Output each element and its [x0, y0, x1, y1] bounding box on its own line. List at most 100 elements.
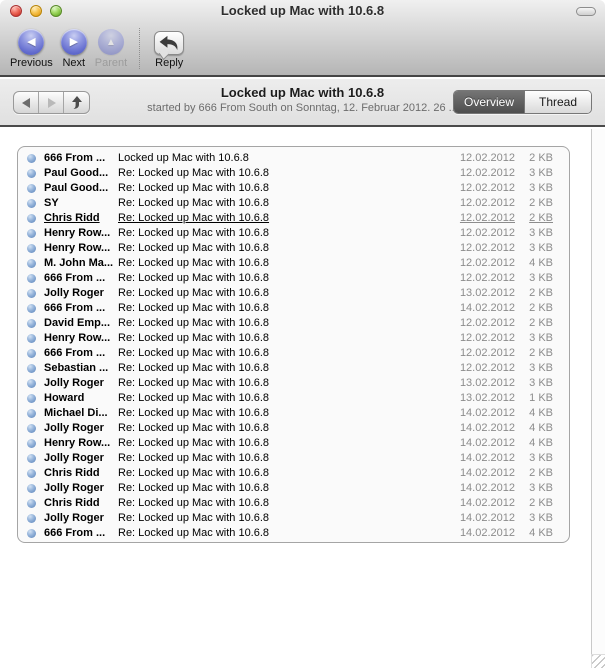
- message-date: 12.02.2012: [445, 316, 515, 331]
- resize-grip[interactable]: [591, 654, 605, 668]
- message-subject: Re: Locked up Mac with 10.6.8: [118, 436, 445, 451]
- message-row[interactable]: 666 From ... Locked up Mac with 10.6.8 1…: [18, 151, 569, 166]
- message-row[interactable]: Henry Row... Re: Locked up Mac with 10.6…: [18, 331, 569, 346]
- message-row[interactable]: Jolly Roger Re: Locked up Mac with 10.6.…: [18, 511, 569, 526]
- message-row[interactable]: Sebastian ... Re: Locked up Mac with 10.…: [18, 361, 569, 376]
- view-tab[interactable]: Overview: [454, 91, 525, 113]
- back-arrow-icon: [22, 98, 31, 108]
- toolbar-nav-group: Previous Next Parent: [6, 27, 131, 71]
- message-subject: Re: Locked up Mac with 10.6.8: [118, 331, 445, 346]
- message-size: 2 KB: [515, 466, 553, 481]
- message-row[interactable]: Howard Re: Locked up Mac with 10.6.8 13.…: [18, 391, 569, 406]
- message-date: 14.02.2012: [445, 526, 515, 541]
- message-size: 3 KB: [515, 511, 553, 526]
- message-sender: Henry Row...: [44, 241, 118, 256]
- message-row[interactable]: 666 From ... Re: Locked up Mac with 10.6…: [18, 346, 569, 361]
- message-row[interactable]: Chris Ridd Re: Locked up Mac with 10.6.8…: [18, 466, 569, 481]
- message-date: 12.02.2012: [445, 226, 515, 241]
- title-bar[interactable]: Locked up Mac with 10.6.8: [0, 0, 605, 22]
- message-row[interactable]: Henry Row... Re: Locked up Mac with 10.6…: [18, 241, 569, 256]
- message-sender: Paul Good...: [44, 181, 118, 196]
- message-sender: 666 From ...: [44, 151, 118, 166]
- unread-dot-icon: [27, 484, 36, 493]
- message-size: 4 KB: [515, 421, 553, 436]
- unread-dot-icon: [27, 529, 36, 538]
- message-size: 4 KB: [515, 256, 553, 271]
- message-size: 4 KB: [515, 526, 553, 541]
- message-subject: Re: Locked up Mac with 10.6.8: [118, 316, 445, 331]
- vertical-scrollbar[interactable]: [591, 129, 605, 654]
- message-row[interactable]: Jolly Roger Re: Locked up Mac with 10.6.…: [18, 451, 569, 466]
- view-tab[interactable]: Thread: [525, 91, 591, 113]
- forward-button[interactable]: [39, 92, 64, 113]
- unread-dot-icon: [27, 349, 36, 358]
- toolbar: Previous Next Parent: [0, 22, 605, 75]
- message-row[interactable]: Jolly Roger Re: Locked up Mac with 10.6.…: [18, 421, 569, 436]
- message-sender: Sebastian ...: [44, 361, 118, 376]
- message-subject: Re: Locked up Mac with 10.6.8: [118, 496, 445, 511]
- unread-dot-icon: [27, 214, 36, 223]
- message-sender: Jolly Roger: [44, 376, 118, 391]
- message-row[interactable]: Chris Ridd Re: Locked up Mac with 10.6.8…: [18, 211, 569, 226]
- message-subject: Re: Locked up Mac with 10.6.8: [118, 346, 445, 361]
- unread-dot-icon: [27, 304, 36, 313]
- message-date: 14.02.2012: [445, 496, 515, 511]
- message-row[interactable]: Henry Row... Re: Locked up Mac with 10.6…: [18, 436, 569, 451]
- minimize-button[interactable]: [30, 5, 42, 17]
- traffic-lights: [10, 5, 62, 17]
- message-size: 3 KB: [515, 376, 553, 391]
- message-subject: Re: Locked up Mac with 10.6.8: [118, 391, 445, 406]
- unread-dot-icon: [27, 154, 36, 163]
- message-row[interactable]: Henry Row... Re: Locked up Mac with 10.6…: [18, 226, 569, 241]
- toolbar-nav-button[interactable]: Parent: [91, 27, 131, 71]
- message-row[interactable]: Paul Good... Re: Locked up Mac with 10.6…: [18, 181, 569, 196]
- message-subject: Re: Locked up Mac with 10.6.8: [118, 406, 445, 421]
- message-date: 12.02.2012: [445, 241, 515, 256]
- message-row[interactable]: Paul Good... Re: Locked up Mac with 10.6…: [18, 166, 569, 181]
- view-tab-label: Overview: [464, 95, 514, 109]
- unread-dot-icon: [27, 229, 36, 238]
- message-size: 3 KB: [515, 481, 553, 496]
- message-size: 3 KB: [515, 166, 553, 181]
- close-button[interactable]: [10, 5, 22, 17]
- message-date: 13.02.2012: [445, 391, 515, 406]
- history-nav: [13, 91, 90, 114]
- toolbar-button-label: Previous: [10, 57, 53, 69]
- reply-button[interactable]: Reply: [150, 29, 188, 71]
- message-date: 14.02.2012: [445, 451, 515, 466]
- message-row[interactable]: Michael Di... Re: Locked up Mac with 10.…: [18, 406, 569, 421]
- message-subject: Re: Locked up Mac with 10.6.8: [118, 241, 445, 256]
- toolbar-nav-button[interactable]: Previous: [6, 27, 57, 71]
- message-sender: Henry Row...: [44, 226, 118, 241]
- unread-dot-icon: [27, 184, 36, 193]
- message-date: 12.02.2012: [445, 211, 515, 226]
- window-chrome: Locked up Mac with 10.6.8 Previous Next: [0, 0, 605, 77]
- message-row[interactable]: Jolly Roger Re: Locked up Mac with 10.6.…: [18, 376, 569, 391]
- message-row[interactable]: Jolly Roger Re: Locked up Mac with 10.6.…: [18, 481, 569, 496]
- message-subject: Re: Locked up Mac with 10.6.8: [118, 226, 445, 241]
- message-row[interactable]: 666 From ... Re: Locked up Mac with 10.6…: [18, 271, 569, 286]
- message-row[interactable]: 666 From ... Re: Locked up Mac with 10.6…: [18, 526, 569, 541]
- back-button[interactable]: [14, 92, 39, 113]
- message-size: 2 KB: [515, 286, 553, 301]
- message-date: 14.02.2012: [445, 436, 515, 451]
- message-sender: David Emp...: [44, 316, 118, 331]
- toolbar-toggle-pill-button[interactable]: [576, 7, 596, 16]
- unread-dot-icon: [27, 364, 36, 373]
- unread-dot-icon: [27, 319, 36, 328]
- unread-dot-icon: [27, 379, 36, 388]
- window-title: Locked up Mac with 10.6.8: [80, 3, 525, 18]
- zoom-button[interactable]: [50, 5, 62, 17]
- message-row[interactable]: SY Re: Locked up Mac with 10.6.8 12.02.2…: [18, 196, 569, 211]
- message-row[interactable]: Jolly Roger Re: Locked up Mac with 10.6.…: [18, 286, 569, 301]
- message-sender: Chris Ridd: [44, 496, 118, 511]
- message-sender: 666 From ...: [44, 526, 118, 541]
- message-date: 14.02.2012: [445, 466, 515, 481]
- message-row[interactable]: 666 From ... Re: Locked up Mac with 10.6…: [18, 301, 569, 316]
- message-row[interactable]: David Emp... Re: Locked up Mac with 10.6…: [18, 316, 569, 331]
- up-to-parent-button[interactable]: [64, 92, 89, 113]
- message-subject: Re: Locked up Mac with 10.6.8: [118, 271, 445, 286]
- message-row[interactable]: Chris Ridd Re: Locked up Mac with 10.6.8…: [18, 496, 569, 511]
- message-row[interactable]: M. John Ma... Re: Locked up Mac with 10.…: [18, 256, 569, 271]
- toolbar-nav-button[interactable]: Next: [57, 27, 91, 71]
